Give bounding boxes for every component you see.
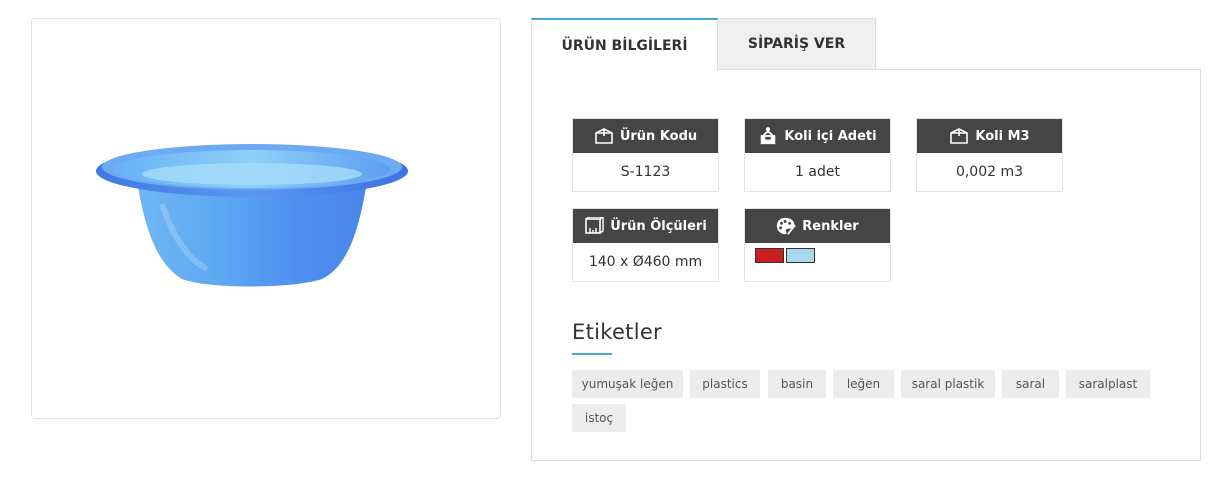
tag-item[interactable]: yumuşak leğen — [572, 370, 683, 398]
tab-order[interactable]: SİPARİŞ VER — [718, 18, 876, 70]
tag-item[interactable]: basin — [768, 370, 826, 398]
tag-item[interactable]: saral — [1002, 370, 1059, 398]
ruler-box-icon — [584, 217, 605, 235]
pieces-per-box-header: Koli içi Adeti — [745, 119, 890, 153]
box-volume-label: Koli M3 — [975, 128, 1030, 144]
product-info-panel: Ürün Kodu S-1123 Koli içi Adeti 1 adet K… — [531, 69, 1201, 461]
tag-item[interactable]: leğen — [833, 370, 894, 398]
tag-item[interactable]: istoç — [572, 404, 626, 432]
tag-item[interactable]: saralplast — [1066, 370, 1150, 398]
color-swatch-light-blue[interactable] — [786, 248, 815, 263]
product-size-value: 140 x Ø460 mm — [588, 254, 703, 270]
palette-icon — [776, 217, 797, 235]
colors-label: Renkler — [802, 218, 859, 234]
pieces-per-box-label: Koli içi Adeti — [784, 128, 877, 144]
product-size-label: Ürün Ölçüleri — [610, 218, 707, 234]
tags-title: Etiketler — [572, 320, 662, 344]
colors-box: Renkler — [744, 208, 891, 282]
product-code-label: Ürün Kodu — [619, 128, 698, 144]
product-image — [96, 144, 408, 287]
pieces-per-box-box: Koli içi Adeti 1 adet — [744, 118, 891, 192]
tab-product-info[interactable]: ÜRÜN BİLGİLERİ — [531, 18, 718, 71]
tab-bar: ÜRÜN BİLGİLERİ SİPARİŞ VER — [531, 18, 876, 71]
box-volume-header: Koli M3 — [917, 119, 1062, 153]
pieces-per-box-value: 1 adet — [795, 164, 840, 180]
box-person-icon — [758, 127, 778, 145]
box-icon — [594, 127, 614, 145]
product-code-header: Ürün Kodu — [573, 119, 718, 153]
product-size-header: Ürün Ölçüleri — [573, 209, 718, 243]
product-size-box: Ürün Ölçüleri 140 x Ø460 mm — [572, 208, 719, 282]
box-volume-value: 0,002 m3 — [955, 164, 1024, 180]
tag-item[interactable]: saral plastik — [901, 370, 995, 398]
colors-header: Renkler — [745, 209, 890, 243]
tags-title-underline — [572, 353, 612, 355]
product-code-box: Ürün Kodu S-1123 — [572, 118, 719, 192]
box-volume-box: Koli M3 0,002 m3 — [916, 118, 1063, 192]
product-image-panel[interactable] — [31, 18, 501, 419]
tag-item[interactable]: plastics — [690, 370, 760, 398]
color-swatch-red[interactable] — [755, 248, 784, 263]
product-code-value: S-1123 — [620, 164, 671, 180]
color-swatches — [745, 243, 890, 281]
box-icon — [949, 127, 969, 145]
